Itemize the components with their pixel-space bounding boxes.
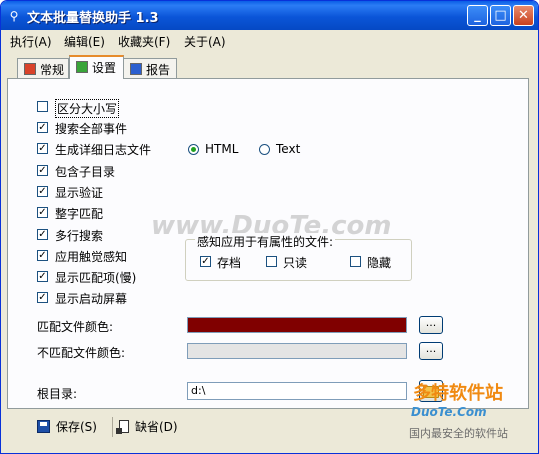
- match-color-button[interactable]: ...: [419, 316, 443, 334]
- log-html-radio[interactable]: [188, 144, 199, 155]
- menu-edit[interactable]: 编辑(E): [64, 33, 105, 50]
- toolbar-separator: [112, 417, 113, 437]
- tab-settings[interactable]: 设置: [69, 55, 124, 79]
- option-multiline-checkbox[interactable]: ✓: [37, 229, 48, 240]
- watermark-logo: 多特软件站: [413, 383, 503, 404]
- log-text-radio[interactable]: [259, 144, 270, 155]
- option-whole-word-checkbox[interactable]: ✓: [37, 207, 48, 218]
- tab-report[interactable]: 报告: [123, 58, 177, 78]
- window-title: 文本批量替换助手 1.3: [27, 11, 159, 26]
- option-subdirs-label: 包含子目录: [55, 165, 116, 179]
- default-icon: [116, 420, 129, 434]
- menu-bar: 执行(A) 编辑(E) 收藏夹(F) 关于(A): [1, 30, 538, 50]
- watermark-slogan: 国内最安全的软件站: [409, 427, 508, 440]
- option-splash-label: 显示启动屏幕: [55, 292, 128, 306]
- nomatch-color-label: 不匹配文件颜色:: [37, 346, 126, 360]
- option-detailed-log-label: 生成详细日志文件: [55, 143, 152, 157]
- report-tab-icon: [130, 63, 142, 75]
- nomatch-color-swatch: [187, 343, 407, 359]
- option-apply-sensing-checkbox[interactable]: ✓: [37, 250, 48, 261]
- save-button-label: 保存(S): [56, 420, 97, 434]
- attr-archive-checkbox[interactable]: ✓: [200, 256, 211, 267]
- option-whole-word-label: 整字匹配: [55, 207, 104, 221]
- option-show-matches-label: 显示匹配项(慢): [55, 271, 137, 285]
- option-multiline-label: 多行搜索: [55, 229, 104, 243]
- option-search-all-checkbox[interactable]: ✓: [37, 122, 48, 133]
- general-tab-icon: [24, 63, 36, 75]
- menu-favorites[interactable]: 收藏夹(F): [118, 33, 170, 50]
- log-html-label: HTML: [205, 142, 239, 156]
- menu-execute[interactable]: 执行(A): [10, 33, 52, 50]
- watermark-logo-url: DuoTe.Com: [411, 405, 487, 419]
- match-color-label: 匹配文件颜色:: [37, 320, 114, 334]
- attr-archive-label: 存档: [217, 256, 242, 270]
- save-icon: [37, 420, 50, 433]
- option-case-sensitive-label: 区分大小写: [55, 99, 120, 118]
- option-subdirs-checkbox[interactable]: ✓: [37, 165, 48, 176]
- maximize-button[interactable]: □: [490, 5, 511, 26]
- option-search-all-label: 搜索全部事件: [55, 122, 128, 136]
- log-text-label: Text: [276, 142, 301, 156]
- default-button[interactable]: 缺省(D): [116, 415, 178, 439]
- tab-general-label: 常规: [40, 63, 65, 77]
- settings-tab-icon: [76, 61, 88, 73]
- root-dir-label: 根目录:: [37, 387, 78, 401]
- app-window: ⚲ 文本批量替换助手 1.3 _ □ ✕ 执行(A) 编辑(E) 收藏夹(F) …: [0, 0, 539, 454]
- option-splash-checkbox[interactable]: ✓: [37, 292, 48, 303]
- tab-report-label: 报告: [146, 63, 171, 77]
- root-dir-input[interactable]: d:\: [187, 382, 407, 400]
- attr-readonly-label: 只读: [283, 256, 308, 270]
- attributes-group-title: 感知应用于有属性的文件:: [195, 233, 336, 250]
- minimize-button[interactable]: _: [467, 5, 488, 26]
- close-button[interactable]: ✕: [513, 5, 534, 26]
- default-button-label: 缺省(D): [135, 420, 178, 434]
- match-color-swatch: [187, 317, 407, 333]
- save-button[interactable]: 保存(S): [37, 415, 97, 439]
- option-detailed-log-checkbox[interactable]: ✓: [37, 143, 48, 154]
- option-case-sensitive-checkbox[interactable]: [37, 101, 48, 112]
- tab-settings-label: 设置: [92, 61, 117, 75]
- attr-hidden-checkbox[interactable]: [350, 256, 361, 267]
- option-show-verify-label: 显示验证: [55, 186, 104, 200]
- nomatch-color-button[interactable]: ...: [419, 342, 443, 360]
- app-icon: ⚲: [9, 9, 19, 23]
- option-show-verify-checkbox[interactable]: ✓: [37, 186, 48, 197]
- attr-readonly-checkbox[interactable]: [266, 256, 277, 267]
- attr-hidden-label: 隐藏: [367, 256, 392, 270]
- title-bar[interactable]: ⚲ 文本批量替换助手 1.3 _ □ ✕: [1, 1, 538, 30]
- tab-general[interactable]: 常规: [17, 58, 69, 78]
- option-show-matches-checkbox[interactable]: ✓: [37, 271, 48, 282]
- option-apply-sensing-label: 应用触觉感知: [55, 250, 128, 264]
- menu-about[interactable]: 关于(A): [184, 33, 226, 50]
